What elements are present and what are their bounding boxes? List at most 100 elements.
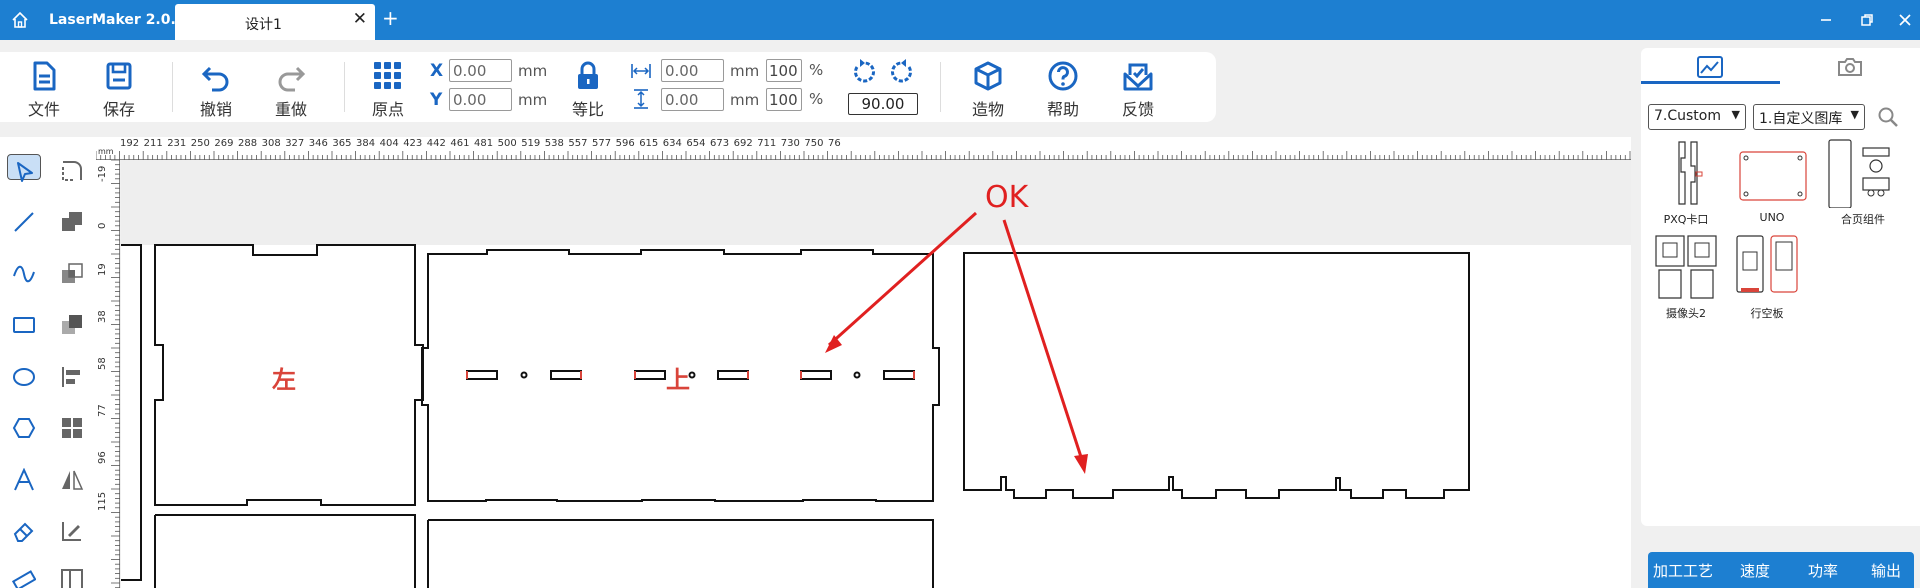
rotate-cw-icon[interactable] (888, 58, 916, 86)
tab-library[interactable] (1641, 48, 1780, 84)
layout-tool[interactable] (55, 563, 89, 588)
height-input[interactable] (661, 88, 724, 111)
subtract-tool[interactable] (55, 257, 89, 291)
rectangle-tool[interactable] (7, 308, 41, 342)
close-tab-icon[interactable]: ✕ (353, 11, 367, 28)
ruler-label: 346 (308, 138, 328, 149)
ruler-label: 0 (97, 222, 108, 229)
y-unit: mm (518, 91, 548, 109)
new-tab-button[interactable]: + (382, 6, 399, 30)
ruler-label: 577 (592, 138, 612, 149)
tab-camera[interactable] (1780, 48, 1919, 84)
build-button[interactable]: 造物 (958, 58, 1018, 119)
ruler-label: -19 (97, 165, 108, 182)
library-item-hinge[interactable]: 合页组件 (1825, 138, 1901, 227)
redo-label: 重做 (274, 100, 307, 119)
scale-x-input[interactable] (766, 59, 802, 82)
part-outline (154, 514, 416, 588)
cube-icon (974, 61, 1002, 91)
search-icon[interactable] (1877, 106, 1899, 128)
rotate-ccw-icon[interactable] (850, 58, 878, 86)
tab-power[interactable]: 功率 (1808, 560, 1838, 581)
slot (717, 370, 749, 380)
align-tool[interactable] (55, 360, 89, 394)
measure-tool[interactable] (55, 514, 89, 548)
tab-output[interactable]: 输出 (1871, 560, 1901, 581)
help-button[interactable]: 帮助 (1033, 58, 1093, 119)
y-input[interactable] (449, 88, 512, 111)
select-tool[interactable] (7, 154, 41, 182)
mirror-tool[interactable] (55, 463, 89, 497)
process-tabs: 加工工艺 速度 功率 输出 (1648, 552, 1914, 588)
toolbar-divider (344, 62, 345, 112)
array-tool[interactable] (55, 411, 89, 445)
ruler-label: 327 (285, 138, 305, 149)
ruler-label: 96 (97, 451, 108, 464)
design-canvas[interactable]: 左 上 OK (121, 160, 1631, 588)
tab-document[interactable]: 设计1 ✕ (175, 4, 375, 40)
text-tool[interactable] (7, 463, 41, 497)
origin-button[interactable]: 原点 (358, 58, 418, 119)
close-window-icon[interactable] (1895, 10, 1915, 30)
slot (634, 370, 666, 380)
tab-speed[interactable]: 速度 (1740, 560, 1770, 581)
redo-button[interactable]: 重做 (261, 58, 321, 119)
x-unit: mm (518, 62, 548, 80)
library-item-unihiker[interactable]: 行空板 (1729, 232, 1805, 321)
home-icon[interactable] (10, 10, 30, 30)
hinge-thumbnail (1828, 139, 1890, 209)
minimize-icon[interactable] (1816, 10, 1836, 30)
grid-array-icon (62, 418, 82, 438)
ruler-label: 750 (804, 138, 824, 149)
library-select-value: 1.自定义图库 (1759, 111, 1843, 127)
line-tool[interactable] (7, 205, 41, 239)
node-edit-icon (62, 161, 82, 181)
library-item-label: UNO (1759, 211, 1785, 224)
polygon-tool[interactable] (7, 411, 41, 445)
file-button[interactable]: 文件 (14, 58, 74, 119)
ruler-tool[interactable] (7, 563, 41, 588)
lock-ratio-button[interactable]: 等比 (558, 58, 618, 119)
build-label: 造物 (971, 100, 1004, 119)
scale-y-input[interactable] (766, 88, 802, 111)
redo-icon (278, 66, 306, 92)
camera-module-thumbnail (1655, 235, 1717, 299)
unihiker-board-thumbnail (1736, 235, 1798, 293)
node-edit-tool[interactable] (55, 154, 89, 188)
feedback-label: 反馈 (1121, 100, 1154, 119)
intersect-tool[interactable] (55, 308, 89, 342)
ellipse-tool[interactable] (7, 360, 41, 394)
union-tool[interactable] (55, 205, 89, 239)
material-select[interactable]: 7.Custom ▼ (1648, 104, 1746, 130)
hole (688, 371, 696, 379)
library-item-pxq[interactable]: PXQ卡口 (1651, 138, 1721, 227)
design-drawing (121, 211, 1470, 588)
height-unit: mm (730, 91, 760, 109)
feedback-icon (1123, 63, 1153, 91)
library-item-camera[interactable]: 摄像头2 (1651, 232, 1721, 321)
library-item-uno[interactable]: UNO (1731, 138, 1813, 224)
ruler-label: 692 (733, 138, 753, 149)
curve-tool[interactable] (7, 257, 41, 291)
ruler-label: 365 (332, 138, 352, 149)
help-label: 帮助 (1046, 100, 1079, 119)
restore-icon[interactable] (1857, 10, 1877, 30)
tab-process[interactable]: 加工工艺 (1653, 560, 1713, 581)
undo-button[interactable]: 撤销 (186, 58, 246, 119)
x-input[interactable] (449, 59, 512, 82)
eraser-tool[interactable] (7, 514, 41, 548)
toolbar-divider (172, 62, 173, 112)
ruler-label: 308 (261, 138, 281, 149)
rotation-angle-input[interactable]: 90.00 (848, 93, 918, 115)
part-label-left: 左 (272, 366, 296, 394)
save-button[interactable]: 保存 (89, 58, 149, 119)
library-select[interactable]: 1.自定义图库 ▼ (1753, 104, 1865, 130)
ruler-label: 442 (426, 138, 446, 149)
ruler-label: 58 (97, 357, 108, 370)
width-input[interactable] (661, 59, 724, 82)
layout-icon (61, 569, 83, 588)
feedback-button[interactable]: 反馈 (1108, 58, 1168, 119)
save-icon (106, 62, 132, 90)
width-icon (631, 64, 651, 78)
line-icon (14, 212, 34, 232)
